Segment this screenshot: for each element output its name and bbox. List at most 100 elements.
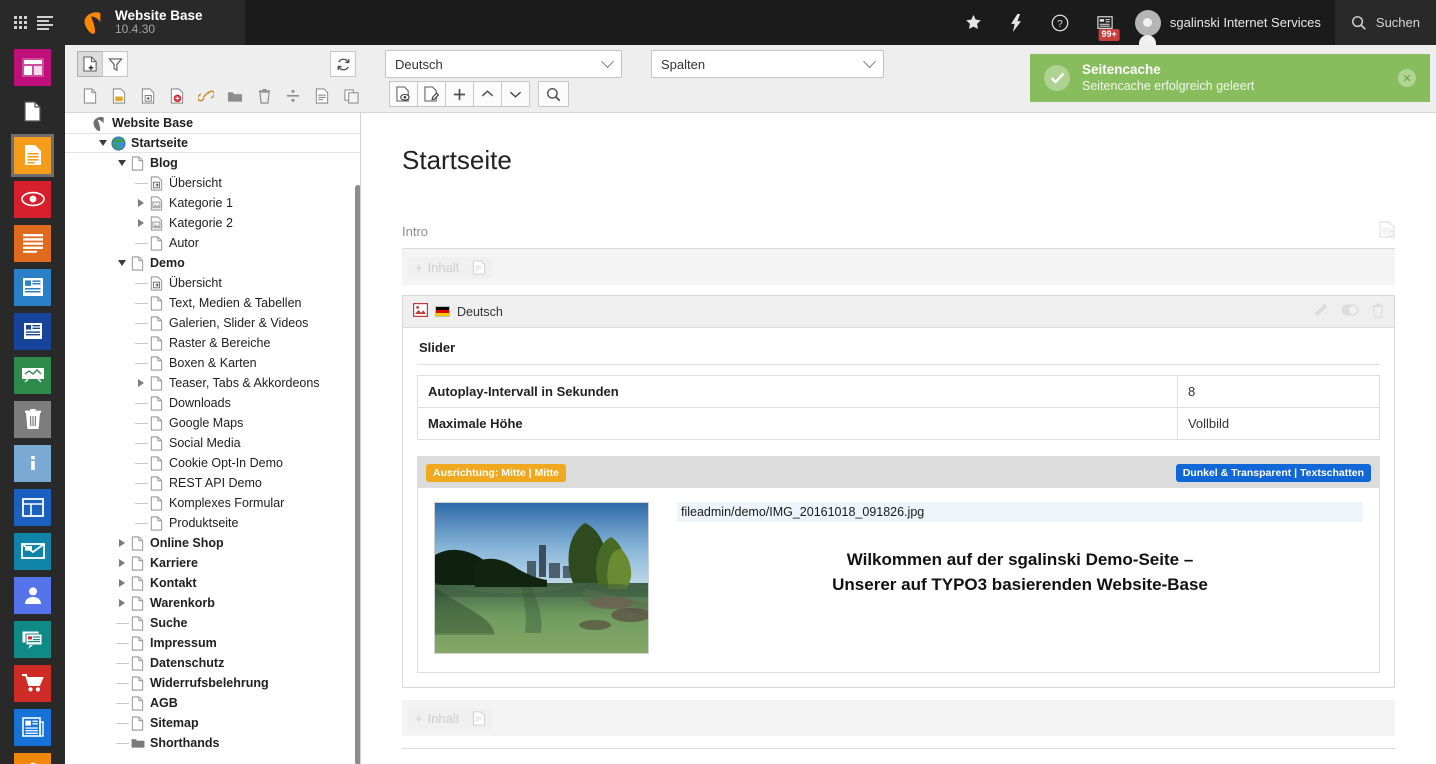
tree-item-downloads[interactable]: Downloads — [65, 393, 360, 413]
trash-icon[interactable] — [251, 83, 277, 109]
tree-item-cookie-opt-in-demo[interactable]: Cookie Opt-In Demo — [65, 453, 360, 473]
tree-toggle-collapsed[interactable] — [115, 573, 129, 593]
tree-item-online-shop[interactable]: Online Shop — [65, 533, 360, 553]
module-recycler[interactable] — [0, 397, 65, 441]
page-shortcut-icon[interactable] — [164, 83, 190, 109]
tree-toggle-collapsed[interactable] — [115, 533, 129, 553]
tree-item-teaser-tabs-akkordeons[interactable]: Teaser, Tabs & Akkordeons — [65, 373, 360, 393]
grid-apps-icon[interactable] — [9, 12, 31, 34]
tree-item-datenschutz[interactable]: Datenschutz — [65, 653, 360, 673]
module-template[interactable] — [0, 353, 65, 397]
module-news[interactable] — [0, 705, 65, 749]
tree-toggle-expanded[interactable] — [96, 133, 110, 153]
tree-item-kategorie-1[interactable]: Kategorie 1 — [65, 193, 360, 213]
tree-toggle-collapsed[interactable] — [115, 593, 129, 613]
tree-item-bersicht[interactable]: Übersicht — [65, 173, 360, 193]
slide-thumbnail[interactable] — [434, 502, 649, 654]
tree-item-text-medien-tabellen[interactable]: Text, Medien & Tabellen — [65, 293, 360, 313]
tree-toggle-collapsed[interactable] — [115, 553, 129, 573]
tree-item-demo[interactable]: Demo — [65, 253, 360, 273]
preview-page-icon[interactable] — [389, 81, 418, 107]
tree-item-kategorie-2[interactable]: Kategorie 2 — [65, 213, 360, 233]
module-shop[interactable] — [0, 661, 65, 705]
question-circle-icon[interactable]: ? — [1037, 0, 1083, 45]
hide-toggle-icon[interactable] — [1341, 304, 1359, 319]
delete-trash-icon[interactable] — [1372, 303, 1384, 321]
system-information-icon[interactable]: 99+ — [1083, 0, 1127, 45]
module-info[interactable] — [0, 265, 65, 309]
tree-item-suche[interactable]: Suche — [65, 613, 360, 633]
tree-item-widerrufsbelehrung[interactable]: Widerrufsbelehrung — [65, 673, 360, 693]
tree-item-produktseite[interactable]: Produktseite — [65, 513, 360, 533]
search-icon[interactable] — [538, 81, 569, 107]
module-page[interactable] — [0, 133, 65, 177]
tree-item-warenkorb[interactable]: Warenkorb — [65, 593, 360, 613]
tree-item-social-media[interactable]: Social Media — [65, 433, 360, 453]
page-backend-layout-icon[interactable] — [106, 83, 132, 109]
move-down-icon[interactable] — [501, 81, 530, 107]
module-access[interactable] — [0, 309, 65, 353]
module-info-circle[interactable] — [0, 441, 65, 485]
lightning-bolt-icon[interactable] — [996, 0, 1037, 45]
page-insert-icon[interactable] — [135, 83, 161, 109]
tree-toggle-collapsed[interactable] — [134, 193, 148, 213]
module-backend-user[interactable] — [0, 749, 65, 764]
user-menu[interactable]: sgalinski Internet Services — [1127, 0, 1335, 45]
link-icon[interactable] — [193, 83, 219, 109]
module-list[interactable] — [0, 221, 65, 265]
tree-item-autor[interactable]: Autor — [65, 233, 360, 253]
page-blank-icon[interactable] — [77, 83, 103, 109]
tree-item-galerien-slider-videos[interactable]: Galerien, Slider & Videos — [65, 313, 360, 333]
tree-item-startseite[interactable]: Startseite — [65, 133, 360, 153]
search-input[interactable]: Suchen — [1335, 0, 1436, 45]
page-tree[interactable]: Website BaseStartseiteBlogÜbersichtKateg… — [65, 113, 361, 764]
tree-item-impressum[interactable]: Impressum — [65, 633, 360, 653]
star-icon[interactable] — [951, 0, 996, 45]
tree-item-boxen-karten[interactable]: Boxen & Karten — [65, 353, 360, 373]
new-page-icon[interactable] — [77, 51, 103, 77]
tree-item-google-maps[interactable]: Google Maps — [65, 413, 360, 433]
tree-toggle-expanded[interactable] — [115, 153, 129, 173]
module-dashboard[interactable] — [0, 45, 65, 89]
tree-item-blog[interactable]: Blog — [65, 153, 360, 173]
language-select[interactable]: Deutsch — [385, 50, 622, 78]
module-user[interactable] — [0, 573, 65, 617]
copy-icon[interactable] — [338, 83, 364, 109]
add-content-button[interactable]: + Inhalt — [408, 257, 466, 278]
refresh-icon[interactable] — [330, 51, 356, 77]
tree-item-shorthands[interactable]: Shorthands — [65, 733, 360, 753]
folder-icon[interactable] — [222, 83, 248, 109]
tree-item-sitemap[interactable]: Sitemap — [65, 713, 360, 733]
tree-item-bersicht[interactable]: Übersicht — [65, 273, 360, 293]
view-select[interactable]: Spalten — [651, 50, 884, 78]
module-layout[interactable] — [0, 485, 65, 529]
add-content-button-bottom[interactable]: + Inhalt — [408, 708, 466, 729]
page-recycler-icon[interactable] — [309, 83, 335, 109]
typo3-version: 10.4.30 — [115, 23, 203, 37]
divider-icon[interactable] — [280, 83, 306, 109]
tree-item-kontakt[interactable]: Kontakt — [65, 573, 360, 593]
list-toggle-icon[interactable] — [34, 12, 56, 34]
content-wizard-icon-bottom[interactable] — [466, 708, 492, 729]
funnel-filter-icon[interactable] — [102, 51, 128, 77]
edit-column-icon[interactable] — [1379, 221, 1395, 241]
site-branding[interactable]: Website Base 10.4.30 — [65, 0, 245, 45]
tree-item-raster-bereiche[interactable]: Raster & Bereiche — [65, 333, 360, 353]
tree-item-agb[interactable]: AGB — [65, 693, 360, 713]
tree-item-website-base[interactable]: Website Base — [65, 113, 360, 133]
tree-item-rest-api-demo[interactable]: REST API Demo — [65, 473, 360, 493]
plus-icon[interactable] — [445, 81, 474, 107]
move-up-icon[interactable] — [473, 81, 502, 107]
module-view[interactable] — [0, 177, 65, 221]
tree-toggle-collapsed[interactable] — [134, 373, 148, 393]
tree-item-komplexes-formular[interactable]: Komplexes Formular — [65, 493, 360, 513]
edit-page-icon[interactable] — [417, 81, 446, 107]
tree-item-karriere[interactable]: Karriere — [65, 553, 360, 573]
module-comments[interactable] — [0, 617, 65, 661]
edit-pencil-icon[interactable] — [1314, 303, 1328, 320]
tree-toggle-collapsed[interactable] — [134, 213, 148, 233]
content-wizard-icon[interactable] — [466, 257, 492, 278]
close-icon[interactable]: ✕ — [1398, 69, 1416, 87]
tree-toggle-expanded[interactable] — [115, 253, 129, 273]
module-newsletter[interactable] — [0, 529, 65, 573]
